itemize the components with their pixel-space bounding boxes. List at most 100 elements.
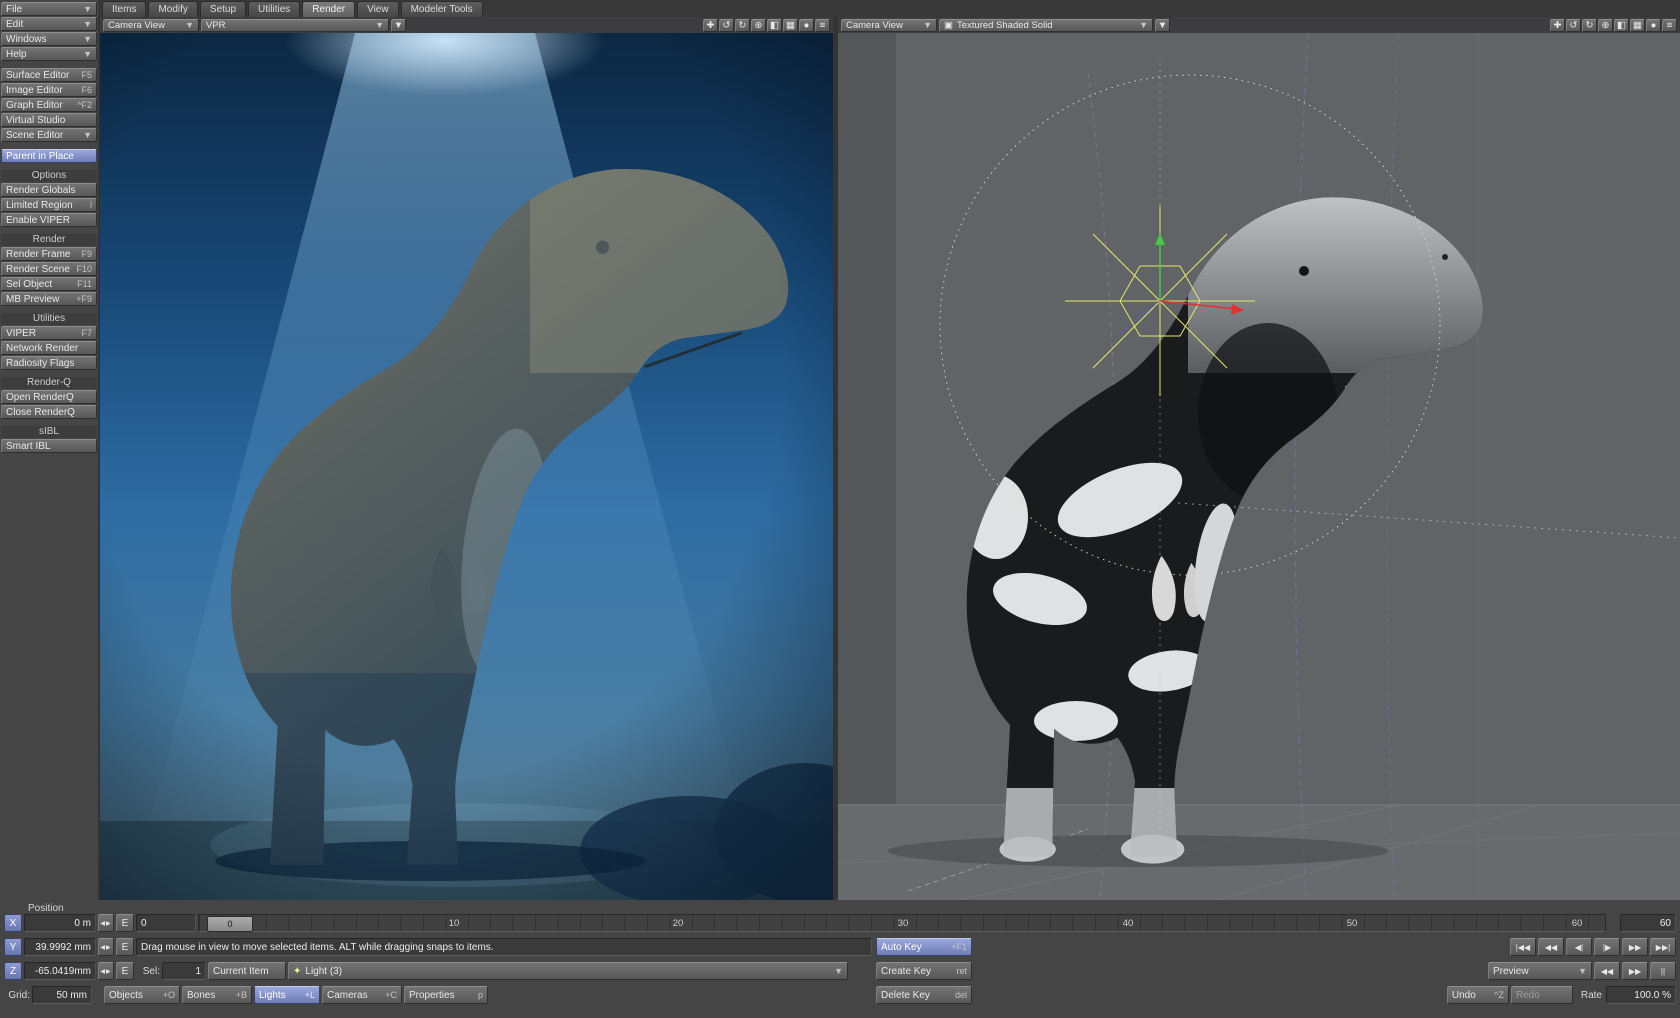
sidebar-item-network-render[interactable]: Network Render xyxy=(1,341,97,355)
sidebar-item-surface-editor[interactable]: Surface EditorF5 xyxy=(1,68,97,82)
current-frame-input[interactable]: 0 xyxy=(136,914,196,932)
menu-icon[interactable]: ≡ xyxy=(815,19,830,32)
last-frame-input[interactable]: 60 xyxy=(1620,914,1676,932)
axis-x-button[interactable]: X xyxy=(4,914,22,932)
transport-start-button[interactable]: |◀◀ xyxy=(1510,938,1536,956)
zoom-icon[interactable]: ⊕ xyxy=(751,19,766,32)
current-item-dropdown[interactable]: ✦ Light (3) ▼ xyxy=(288,962,848,980)
menu-windows[interactable]: Windows▼ xyxy=(1,32,97,46)
envelope-y-button[interactable]: E xyxy=(116,938,134,956)
render-preview-icon[interactable]: ● xyxy=(799,19,814,32)
sidebar-item-parent-in-place[interactable]: Parent in Place xyxy=(1,149,97,163)
sidebar-item-viper[interactable]: VIPERF7 xyxy=(1,326,97,340)
value-stepper-icon[interactable]: ◀▶ xyxy=(98,914,114,932)
light-wireframe-gizmo[interactable] xyxy=(1065,206,1255,396)
item-type-cameras-button[interactable]: Cameras+C xyxy=(322,986,402,1004)
row-x-timeline: X 0 m ◀▶ E 0 0 0 10 20 30 40 50 60 60 xyxy=(0,914,1680,932)
menu-edit[interactable]: Edit▼ xyxy=(1,17,97,31)
axis-y-button[interactable]: Y xyxy=(4,938,22,956)
quad-view-icon[interactable]: ▦ xyxy=(1630,19,1645,32)
axis-z-button[interactable]: Z xyxy=(4,962,22,980)
menu-icon[interactable]: ≡ xyxy=(1662,19,1677,32)
tab-utilities[interactable]: Utilities xyxy=(248,1,300,17)
tab-modeler-tools[interactable]: Modeler Tools xyxy=(401,1,483,17)
delete-key-button[interactable]: Delete Keydel xyxy=(876,986,972,1004)
render-preview-icon[interactable]: ● xyxy=(1646,19,1661,32)
envelope-x-button[interactable]: E xyxy=(116,914,134,932)
rotate-icon[interactable]: ↻ xyxy=(1582,19,1597,32)
transport-end-button[interactable]: ▶▶| xyxy=(1650,938,1676,956)
sidebar-item-sel-object[interactable]: Sel ObjectF11 xyxy=(1,277,97,291)
redo-button[interactable]: Redo xyxy=(1511,986,1573,1004)
tab-items[interactable]: Items xyxy=(102,1,146,17)
transport-rewind-button[interactable]: ◀◀ xyxy=(1538,938,1564,956)
chevron-down-icon: ▼ xyxy=(79,49,92,59)
transport-next-frame-button[interactable]: |▶ xyxy=(1594,938,1620,956)
sidebar-item-render-globals[interactable]: Render Globals xyxy=(1,183,97,197)
shade-mode-dropdown-right[interactable]: ▣Textured Shaded Solid▼ xyxy=(939,19,1153,32)
properties-button[interactable]: Propertiesp xyxy=(404,986,488,1004)
region-icon[interactable]: ◧ xyxy=(1614,19,1629,32)
sidebar-item-close-renderq[interactable]: Close RenderQ xyxy=(1,405,97,419)
sidebar-item-render-frame[interactable]: Render FrameF9 xyxy=(1,247,97,261)
sidebar-item-mb-preview[interactable]: MB Preview+F9 xyxy=(1,292,97,306)
preview-back-button[interactable]: ◀◀ xyxy=(1594,962,1620,980)
sidebar-item-limited-region[interactable]: Limited Regionl xyxy=(1,198,97,212)
orbit-icon[interactable]: ↺ xyxy=(719,19,734,32)
label: Open RenderQ xyxy=(6,392,74,403)
viewport-left-vpr[interactable] xyxy=(100,33,833,900)
rotate-icon[interactable]: ↻ xyxy=(735,19,750,32)
viewport-options-dropdown-right[interactable]: ▼ xyxy=(1155,19,1170,32)
position-y-value[interactable]: 39.9992 mm xyxy=(24,938,96,956)
preview-pause-button[interactable]: || xyxy=(1650,962,1676,980)
viewport-options-dropdown-left[interactable]: ▼ xyxy=(391,19,406,32)
label: Surface Editor xyxy=(6,70,69,81)
create-key-button[interactable]: Create Keyret xyxy=(876,962,972,980)
transport-prev-frame-button[interactable]: ◀| xyxy=(1566,938,1592,956)
item-type-objects-button[interactable]: Objects+O xyxy=(104,986,180,1004)
position-x-value[interactable]: 0 m xyxy=(24,914,96,932)
value-stepper-icon[interactable]: ◀▶ xyxy=(98,962,114,980)
menu-file[interactable]: File▼ xyxy=(1,2,97,16)
item-type-bones-button[interactable]: Bones+B xyxy=(182,986,252,1004)
timeline-slider-handle[interactable]: 0 xyxy=(207,916,253,932)
menu-help[interactable]: Help▼ xyxy=(1,47,97,61)
sidebar-item-render-scene[interactable]: Render SceneF10 xyxy=(1,262,97,276)
sidebar-item-open-renderq[interactable]: Open RenderQ xyxy=(1,390,97,404)
transport-forward-button[interactable]: ▶▶ xyxy=(1622,938,1648,956)
sidebar-item-smart-ibl[interactable]: Smart IBL xyxy=(1,439,97,453)
preview-forward-button[interactable]: ▶▶ xyxy=(1622,962,1648,980)
position-z-value[interactable]: -65.0419mm xyxy=(24,962,96,980)
sidebar-item-enable-viper[interactable]: Enable VIPER xyxy=(1,213,97,227)
value-stepper-icon[interactable]: ◀▶ xyxy=(98,938,114,956)
sidebar-item-radiosity-flags[interactable]: Radiosity Flags xyxy=(1,356,97,370)
pan-icon[interactable]: ✚ xyxy=(703,19,718,32)
quad-view-icon[interactable]: ▦ xyxy=(783,19,798,32)
chevron-down-icon: ▼ xyxy=(830,966,843,976)
zoom-icon[interactable]: ⊕ xyxy=(1598,19,1613,32)
shade-mode-dropdown-left[interactable]: VPR▼ xyxy=(201,19,389,32)
item-type-lights-button[interactable]: Lights+L xyxy=(254,986,320,1004)
undo-button[interactable]: Undo^Z xyxy=(1447,986,1509,1004)
sidebar-item-virtual-studio[interactable]: Virtual Studio xyxy=(1,113,97,127)
region-icon[interactable]: ◧ xyxy=(767,19,782,32)
auto-key-button[interactable]: Auto Key+F1 xyxy=(876,938,972,956)
sidebar-item-graph-editor[interactable]: Graph Editor^F2 xyxy=(1,98,97,112)
orbit-icon[interactable]: ↺ xyxy=(1566,19,1581,32)
tab-setup[interactable]: Setup xyxy=(200,1,246,17)
tab-modify[interactable]: Modify xyxy=(148,1,197,17)
grid-size-value: 50 mm xyxy=(32,986,92,1004)
tab-view[interactable]: View xyxy=(357,1,399,17)
viewport-right-shaded[interactable] xyxy=(838,33,1680,900)
pan-icon[interactable]: ✚ xyxy=(1550,19,1565,32)
sidebar-item-image-editor[interactable]: Image EditorF6 xyxy=(1,83,97,97)
preview-dropdown[interactable]: Preview▼ xyxy=(1488,962,1592,980)
envelope-z-button[interactable]: E xyxy=(116,962,134,980)
tab-render[interactable]: Render xyxy=(302,1,355,17)
sidebar-item-scene-editor[interactable]: Scene Editor▼ xyxy=(1,128,97,142)
chevron-down-icon: ▼ xyxy=(181,20,194,30)
rate-value[interactable]: 100.0 % xyxy=(1606,986,1676,1004)
view-mode-dropdown-left[interactable]: Camera View▼ xyxy=(103,19,199,32)
timeline-ruler[interactable]: 0 0 10 20 30 40 50 60 xyxy=(198,914,1606,932)
view-mode-dropdown-right[interactable]: Camera View▼ xyxy=(841,19,937,32)
